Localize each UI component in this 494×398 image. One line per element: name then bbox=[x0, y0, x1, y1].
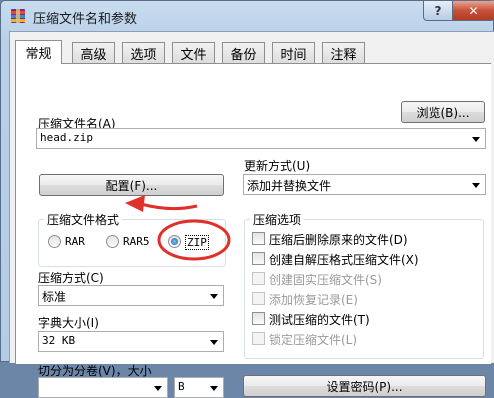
close-icon: ✕ bbox=[468, 3, 479, 18]
winrar-app-icon bbox=[11, 9, 25, 23]
tab-label: 注释 bbox=[330, 47, 357, 63]
update-mode-label: 更新方式(U) bbox=[244, 159, 311, 173]
checkbox[interactable] bbox=[252, 232, 265, 245]
chevron-down-icon[interactable] bbox=[472, 183, 480, 188]
red-arrow-annotation bbox=[125, 195, 198, 212]
chevron-down-icon[interactable] bbox=[210, 294, 218, 299]
archive-options-title: 压缩选项 bbox=[250, 211, 305, 228]
checkbox bbox=[252, 332, 265, 345]
archive-name-value: head.zip bbox=[40, 131, 93, 144]
dictionary-size-select[interactable]: 32 KB bbox=[38, 331, 224, 352]
radio-rar-label: RAR bbox=[65, 235, 85, 248]
tab-time[interactable]: 时间 bbox=[272, 42, 315, 63]
compression-method-label: 压缩方式(C) bbox=[38, 271, 104, 285]
dialog-client: 常规 高级 选项 文件 备份 时间 注释 压缩文件名(A) 浏览(B)... h… bbox=[9, 31, 494, 398]
option-label: 创建自解压格式压缩文件(X) bbox=[269, 253, 419, 267]
format-group-title: 压缩文件格式 bbox=[44, 211, 123, 228]
checkbox bbox=[252, 292, 265, 305]
archive-name-combo[interactable]: head.zip bbox=[36, 128, 486, 149]
title-bar: 压缩文件名和参数 ? ✕ bbox=[1, 1, 494, 31]
tab-label: 备份 bbox=[230, 47, 257, 63]
option-label: 添加恢复记录(E) bbox=[269, 293, 358, 307]
split-unit-value: B bbox=[178, 380, 185, 393]
radio-rar5-label: RAR5 bbox=[123, 235, 150, 248]
tab-page-general: 压缩文件名(A) 浏览(B)... head.zip 更新方式(U) 添加并替换… bbox=[15, 63, 491, 398]
close-button[interactable]: ✕ bbox=[452, 1, 494, 21]
tab-comment[interactable]: 注释 bbox=[322, 42, 365, 63]
checkbox bbox=[252, 272, 265, 285]
dialog-window: 压缩文件名和参数 ? ✕ 常规 高级 选项 文件 备份 时间 注释 压缩文件名(… bbox=[0, 0, 494, 398]
split-size-combo[interactable] bbox=[38, 377, 168, 398]
option-label: 创建固实压缩文件(S) bbox=[269, 273, 382, 287]
tab-label: 时间 bbox=[280, 47, 307, 63]
compression-method-select[interactable]: 标准 bbox=[38, 285, 224, 306]
browse-button[interactable]: 浏览(B)... bbox=[401, 101, 485, 123]
option-label: 锁定压缩文件(L) bbox=[269, 333, 358, 347]
tab-label: 高级 bbox=[80, 47, 107, 63]
red-circle-annotation bbox=[157, 219, 231, 261]
split-unit-select[interactable]: B bbox=[174, 377, 224, 398]
checkbox[interactable] bbox=[252, 252, 265, 265]
chevron-down-icon[interactable] bbox=[210, 386, 218, 391]
tab-label: 选项 bbox=[130, 47, 157, 63]
option-label: 压缩后删除原来的文件(D) bbox=[269, 233, 408, 247]
dictionary-size-label: 字典大小(I) bbox=[38, 316, 99, 330]
set-password-button[interactable]: 设置密码(P)... bbox=[243, 375, 486, 397]
tab-general[interactable]: 常规 bbox=[15, 40, 62, 64]
tab-backup[interactable]: 备份 bbox=[222, 42, 265, 63]
radio-button[interactable] bbox=[48, 235, 61, 248]
window-title: 压缩文件名和参数 bbox=[33, 12, 138, 27]
help-button[interactable]: ? bbox=[423, 1, 453, 21]
tab-label: 文件 bbox=[180, 47, 207, 63]
chevron-down-icon[interactable] bbox=[472, 137, 480, 142]
help-icon: ? bbox=[434, 3, 442, 18]
update-mode-select[interactable]: 添加并替换文件 bbox=[243, 174, 486, 195]
update-mode-value: 添加并替换文件 bbox=[247, 179, 332, 193]
profiles-button[interactable]: 配置(F)... bbox=[39, 174, 224, 196]
radio-button[interactable] bbox=[106, 235, 119, 248]
option-label: 测试压缩的文件(T) bbox=[269, 313, 370, 327]
compression-method-value: 标准 bbox=[42, 290, 67, 304]
dictionary-size-value: 32 KB bbox=[42, 334, 76, 347]
tab-label: 常规 bbox=[25, 47, 52, 62]
chevron-down-icon[interactable] bbox=[210, 340, 218, 345]
checkbox[interactable] bbox=[252, 312, 265, 325]
tab-advanced[interactable]: 高级 bbox=[72, 42, 115, 63]
chevron-down-icon[interactable] bbox=[154, 386, 162, 391]
tab-options[interactable]: 选项 bbox=[122, 42, 165, 63]
tab-files[interactable]: 文件 bbox=[172, 42, 215, 63]
